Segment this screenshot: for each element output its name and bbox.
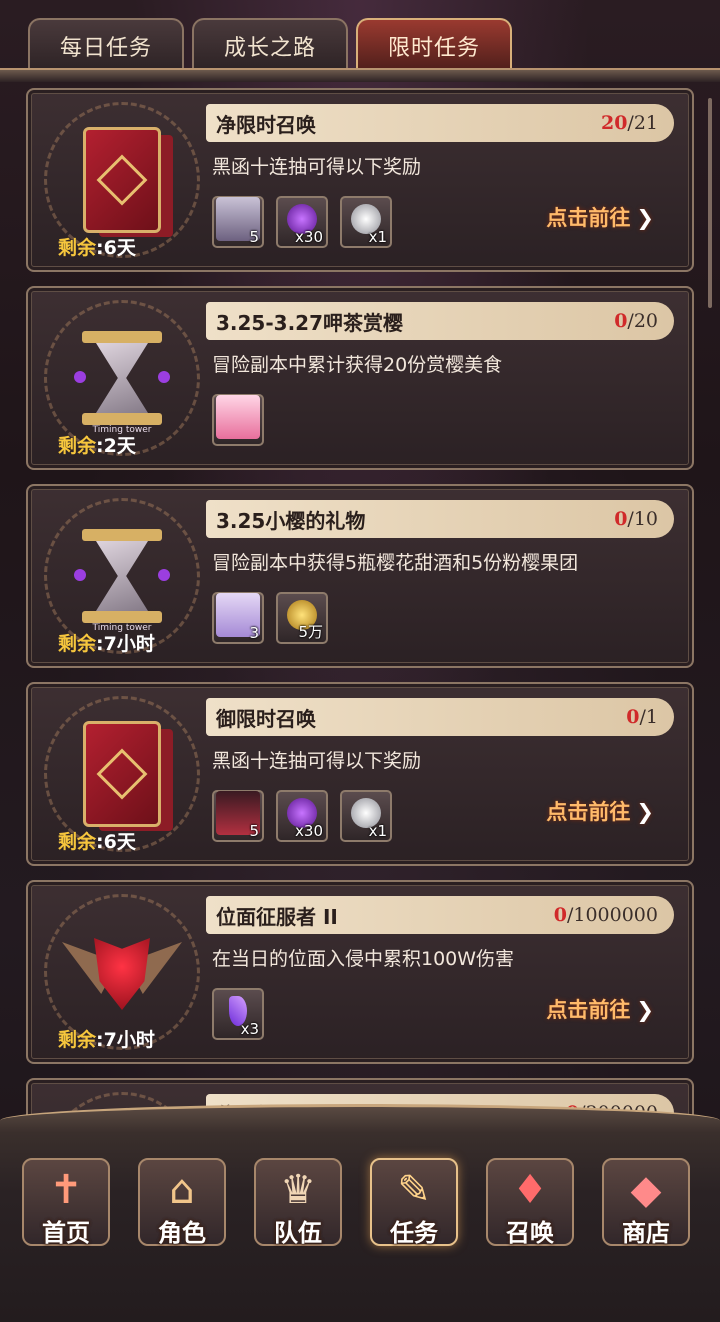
reward-list: x3	[212, 988, 264, 1040]
task-title-bar: 御限时召唤 0/1	[206, 698, 674, 736]
remaining-time: 剩余:7小时	[58, 1029, 155, 1051]
bottom-nav: ✝ 首页 ⌂ 角色 ♛ 队伍 ✎ 任务 ♦ 召唤 ◆ 商店	[22, 1158, 690, 1247]
reward-list: 5 x30 x1	[212, 196, 392, 248]
reward-quantity: 5	[249, 822, 259, 840]
nav-item-0[interactable]: ✝ 首页	[22, 1158, 110, 1247]
remaining-time: 剩余:7小时	[58, 633, 155, 655]
nav-item-5[interactable]: ◆ 商店	[602, 1158, 690, 1247]
reward-item[interactable]: 3	[212, 592, 264, 644]
nav-item-3[interactable]: ✎ 任务	[370, 1158, 458, 1247]
reward-item[interactable]: x1	[340, 196, 392, 248]
task-progress: 0/10	[614, 508, 658, 530]
home-banner-icon: ✝	[49, 1167, 83, 1214]
reward-item[interactable]: x30	[276, 196, 328, 248]
nav-label: 角色	[158, 1219, 206, 1247]
task-description: 黑函十连抽可得以下奖励	[212, 750, 422, 772]
reward-quantity: x30	[295, 822, 323, 840]
nav-item-2[interactable]: ♛ 队伍	[254, 1158, 342, 1247]
nav-label: 商店	[622, 1219, 670, 1247]
reward-list: 3 5万	[212, 592, 328, 644]
task-title: 御限时召唤	[216, 706, 316, 731]
task-title: 净限时召唤	[216, 112, 316, 137]
shop-gem-icon: ◆	[630, 1167, 662, 1214]
tab-divider	[0, 68, 720, 82]
character-box-icon: ⌂	[169, 1167, 195, 1214]
remaining-time: 剩余:6天	[58, 237, 136, 259]
task-progress: 20/21	[600, 112, 658, 134]
task-title: 位面征服者 II	[216, 904, 338, 929]
reward-quantity: 5	[249, 228, 259, 246]
tab-daily-tasks[interactable]: 每日任务	[28, 18, 184, 72]
tab-growth-path[interactable]: 成长之路	[192, 18, 348, 72]
team-crown-icon: ♛	[280, 1167, 316, 1214]
reward-quantity: x3	[240, 1020, 259, 1038]
go-to-button[interactable]: 点击前往 ❯	[546, 796, 654, 826]
reward-item[interactable]: 5	[212, 790, 264, 842]
nav-item-1[interactable]: ⌂ 角色	[138, 1158, 226, 1247]
task-progress: 0/1000000	[553, 904, 658, 926]
hourglass-art: Timing tower	[74, 521, 170, 633]
task-title: 3.25-3.27呷茶赏樱	[216, 310, 403, 335]
task-card[interactable]: 剩余:7小时 位面征服者 II 0/1000000 在当日的位面入侵中累积100…	[26, 880, 694, 1064]
nav-label: 任务	[390, 1219, 438, 1247]
task-card[interactable]: 剩余:6天 净限时召唤 20/21 黑函十连抽可得以下奖励 5 x30 x1 点…	[26, 88, 694, 272]
task-card[interactable]: Timing tower 剩余:2天 3.25-3.27呷茶赏樱 0/20 冒险…	[26, 286, 694, 470]
reward-item[interactable]: 5万	[276, 592, 328, 644]
reward-quantity: x1	[368, 228, 387, 246]
task-progress: 0/20	[614, 310, 658, 332]
nav-label: 队伍	[274, 1219, 322, 1247]
remaining-time: 剩余:6天	[58, 831, 136, 853]
chevron-right-icon: ❯	[636, 998, 654, 1022]
go-to-button[interactable]: 点击前往 ❯	[546, 994, 654, 1024]
tab-bar: 每日任务 成长之路 限时任务	[28, 18, 512, 72]
task-description: 冒险副本中获得5瓶樱花甜酒和5份粉樱果团	[212, 552, 579, 574]
demon-crest-art	[62, 922, 182, 1022]
task-card[interactable]: Timing tower 剩余:7小时 3.25小樱的礼物 0/10 冒险副本中…	[26, 484, 694, 668]
reward-quantity: x1	[368, 822, 387, 840]
summon-card-art	[83, 721, 161, 827]
reward-quantity: 5万	[298, 623, 323, 641]
task-title-bar: 净限时召唤 20/21	[206, 104, 674, 142]
task-list[interactable]: 剩余:6天 净限时召唤 20/21 黑函十连抽可得以下奖励 5 x30 x1 点…	[26, 88, 694, 1276]
task-card[interactable]: 剩余:6天 御限时召唤 0/1 黑函十连抽可得以下奖励 5 x30 x1 点击前…	[26, 682, 694, 866]
task-title: 3.25小樱的礼物	[216, 508, 366, 533]
tab-limited-tasks[interactable]: 限时任务	[356, 18, 512, 72]
reward-quantity: x30	[295, 228, 323, 246]
reward-item[interactable]: x3	[212, 988, 264, 1040]
summon-card-art	[83, 127, 161, 233]
chevron-right-icon: ❯	[636, 800, 654, 824]
remaining-time: 剩余:2天	[58, 435, 136, 457]
reward-item[interactable]: x1	[340, 790, 392, 842]
hourglass-art: Timing tower	[74, 323, 170, 435]
nav-label: 首页	[42, 1219, 90, 1247]
go-to-button[interactable]: 点击前往 ❯	[546, 202, 654, 232]
reward-item[interactable]	[212, 394, 264, 446]
task-description: 黑函十连抽可得以下奖励	[212, 156, 422, 178]
scrollbar[interactable]	[708, 98, 712, 308]
nav-item-4[interactable]: ♦ 召唤	[486, 1158, 574, 1247]
reward-quantity: 3	[249, 624, 259, 642]
chevron-right-icon: ❯	[636, 206, 654, 230]
pink-hair-character-icon	[216, 395, 260, 440]
task-description: 在当日的位面入侵中累积100W伤害	[212, 948, 515, 970]
task-progress: 0/1	[626, 706, 658, 728]
task-title-bar: 位面征服者 II 0/1000000	[206, 896, 674, 934]
reward-item[interactable]: x30	[276, 790, 328, 842]
reward-list	[212, 394, 264, 446]
reward-item[interactable]: 5	[212, 196, 264, 248]
task-title-bar: 3.25-3.27呷茶赏樱 0/20	[206, 302, 674, 340]
nav-label: 召唤	[506, 1219, 554, 1247]
quest-book-icon: ✎	[397, 1167, 431, 1214]
reward-list: 5 x30 x1	[212, 790, 392, 842]
task-description: 冒险副本中累计获得20份赏樱美食	[212, 354, 503, 376]
summon-card-icon: ♦	[512, 1167, 548, 1214]
task-title-bar: 3.25小樱的礼物 0/10	[206, 500, 674, 538]
